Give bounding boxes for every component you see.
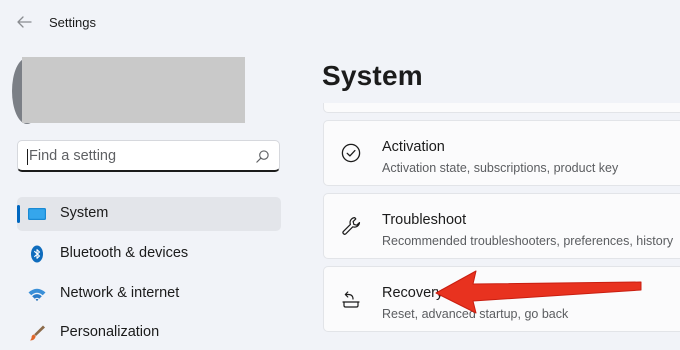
search-icon[interactable] <box>255 149 270 164</box>
settings-card-recovery[interactable]: Recovery Reset, advanced startup, go bac… <box>323 266 680 332</box>
page-title: System <box>322 60 423 91</box>
card-subtitle: Activation state, subscriptions, product… <box>382 161 619 175</box>
checkmark-circle-icon <box>341 143 361 163</box>
back-arrow-icon[interactable] <box>14 12 34 32</box>
settings-card-activation[interactable]: Activation Activation state, subscriptio… <box>323 120 680 186</box>
wifi-icon <box>28 288 46 301</box>
card-title: Activation <box>382 139 445 155</box>
monitor-icon <box>28 208 46 220</box>
search-box[interactable] <box>17 140 280 172</box>
text-cursor <box>27 149 28 165</box>
card-title: Troubleshoot <box>382 212 467 228</box>
search-input[interactable] <box>29 145 244 167</box>
bluetooth-icon <box>31 245 43 263</box>
title-bar: Settings <box>0 0 680 46</box>
sidebar-item-label: Network & internet <box>60 285 180 301</box>
settings-card-partial <box>323 103 680 113</box>
sidebar-item-label: Bluetooth & devices <box>60 245 189 261</box>
card-title: Recovery <box>382 285 444 301</box>
account-info-redacted <box>22 57 245 123</box>
active-indicator <box>17 205 20 223</box>
settings-card-troubleshoot[interactable]: Troubleshoot Recommended troubleshooters… <box>323 193 680 259</box>
sidebar-item-personalization[interactable]: Personalization <box>17 316 281 350</box>
sidebar-item-system[interactable]: System <box>17 197 281 231</box>
recovery-icon <box>342 291 360 308</box>
app-title: Settings <box>49 15 96 30</box>
sidebar-item-label: Personalization <box>60 324 160 340</box>
paintbrush-icon <box>30 325 45 341</box>
card-subtitle: Reset, advanced startup, go back <box>382 307 569 321</box>
sidebar-item-bluetooth-devices[interactable]: Bluetooth & devices <box>17 237 281 271</box>
card-subtitle: Recommended troubleshooters, preferences… <box>382 234 674 248</box>
sidebar-item-label: System <box>60 205 109 221</box>
sidebar-item-network-internet[interactable]: Network & internet <box>17 277 281 311</box>
wrench-icon <box>342 217 361 235</box>
